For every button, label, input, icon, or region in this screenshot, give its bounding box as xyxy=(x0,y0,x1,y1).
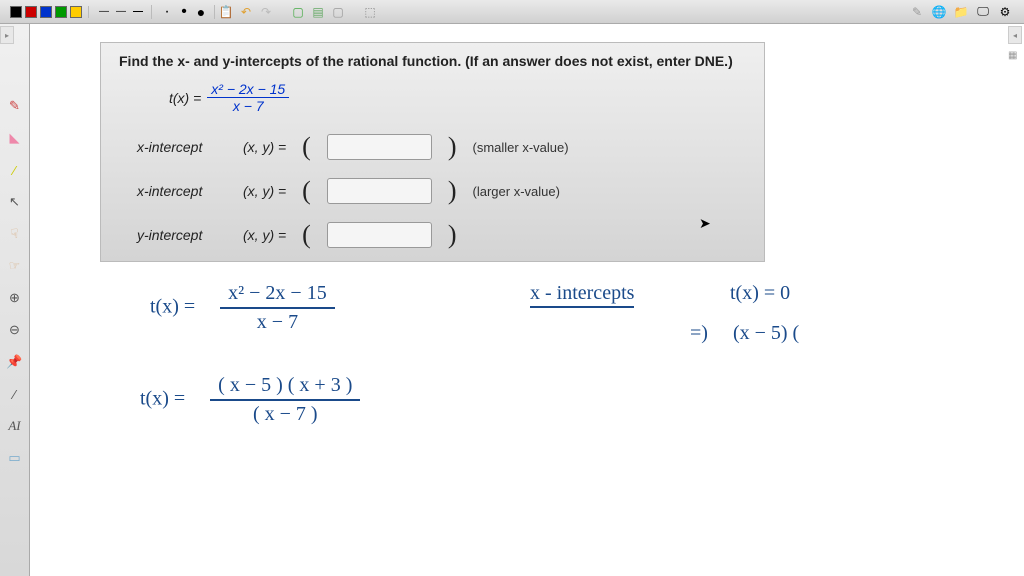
frac-denominator: x − 7 xyxy=(229,98,268,114)
handwriting-tx0: t(x) = 0 xyxy=(730,282,790,305)
color-yellow[interactable] xyxy=(70,6,82,18)
folder-icon[interactable]: 📁 xyxy=(952,3,970,21)
eraser-tool-icon[interactable]: ◣ xyxy=(3,126,27,150)
dash-group: — — — xyxy=(91,5,152,19)
color-green[interactable] xyxy=(55,6,67,18)
handwriting-implies-factor: =) (x − 5) ( xyxy=(690,322,799,345)
xy-equals: (x, y) = xyxy=(243,139,286,155)
open-paren: ( xyxy=(302,176,311,206)
close-paren: ) xyxy=(448,176,457,206)
ruler-tool-icon[interactable]: ▭ xyxy=(3,446,27,470)
zoom-in-icon[interactable]: ⊕ xyxy=(3,286,27,310)
gear-icon[interactable]: ⚙ xyxy=(996,3,1014,21)
hw-fraction-2: ( x − 5 ) ( x + 3 ) ( x − 7 ) xyxy=(210,374,360,426)
intercept-row-1: x-intercept (x, y) = ( ) (smaller x-valu… xyxy=(137,132,746,162)
hw-frac2-bot: ( x − 7 ) xyxy=(245,401,326,426)
expand-right-icon[interactable]: ◂ xyxy=(1008,26,1022,44)
undo-icon[interactable]: ↶ xyxy=(237,3,255,21)
clipboard-icon[interactable]: 📋 xyxy=(217,3,235,21)
function-lhs: t(x) = xyxy=(169,90,201,106)
line-tool-icon[interactable]: ⁄ xyxy=(3,382,27,406)
hw-factor-partial: (x − 5) ( xyxy=(733,322,799,344)
answer-input-2[interactable] xyxy=(327,178,432,204)
page-green-icon[interactable]: ▢ xyxy=(289,3,307,21)
close-paren: ) xyxy=(448,132,457,162)
page-blank-icon[interactable]: ▢ xyxy=(329,3,347,21)
dot-large[interactable]: ● xyxy=(194,5,208,19)
color-red[interactable] xyxy=(25,6,37,18)
highlighter-tool-icon[interactable]: ⁄ xyxy=(3,158,27,182)
cursor-icon: ➤ xyxy=(699,215,711,232)
text-tool-icon[interactable]: AI xyxy=(3,414,27,438)
problem-title: Find the x- and y-intercepts of the rati… xyxy=(119,53,746,69)
main-area: ✎ ◣ ⁄ ↖ ☟ ☞ ⊕ ⊖ 📌 ⁄ AI ▭ ▸ Find the x- a… xyxy=(0,24,1024,576)
intercept-row-3: y-intercept (x, y) = ( ) xyxy=(137,220,746,250)
screen-icon[interactable]: 🖵 xyxy=(974,3,992,21)
hint-larger: (larger x-value) xyxy=(473,184,560,199)
function-definition: t(x) = x² − 2x − 15 x − 7 xyxy=(169,81,746,114)
intercept-label: x-intercept xyxy=(137,139,227,155)
intercept-row-2: x-intercept (x, y) = ( ) (larger x-value… xyxy=(137,176,746,206)
left-toolbar: ✎ ◣ ⁄ ↖ ☟ ☞ ⊕ ⊖ 📌 ⁄ AI ▭ xyxy=(0,24,30,576)
color-group xyxy=(4,6,89,18)
color-blue[interactable] xyxy=(40,6,52,18)
dot-small[interactable]: · xyxy=(160,5,174,19)
close-paren: ) xyxy=(448,220,457,250)
dash-med[interactable]: — xyxy=(114,5,128,19)
hw-lhs: t(x) = xyxy=(150,296,195,318)
answer-input-3[interactable] xyxy=(327,222,432,248)
right-panel-icon[interactable]: ▦ xyxy=(1008,50,1022,64)
arrow-tool-icon[interactable]: ↖ xyxy=(3,190,27,214)
hw-frac1-top: x² − 2x − 15 xyxy=(220,282,335,309)
toolbar-right-group: ✎ 🌐 📁 🖵 ⚙ xyxy=(908,3,1020,21)
globe-icon[interactable]: 🌐 xyxy=(930,3,948,21)
redo-icon[interactable]: ↷ xyxy=(257,3,275,21)
handwriting-xintercepts: x - intercepts xyxy=(530,282,634,305)
hint-smaller: (smaller x-value) xyxy=(473,140,569,155)
intercept-label: y-intercept xyxy=(137,227,227,243)
frac-numerator: x² − 2x − 15 xyxy=(207,81,289,98)
answer-input-1[interactable] xyxy=(327,134,432,160)
hand-tool-icon[interactable]: ☟ xyxy=(3,222,27,246)
handwriting-line-1: t(x) = x² − 2x − 15 x − 7 xyxy=(150,282,335,334)
open-paren: ( xyxy=(302,132,311,162)
xy-equals: (x, y) = xyxy=(243,227,286,243)
hw-frac1-bot: x − 7 xyxy=(249,309,306,334)
problem-screenshot: Find the x- and y-intercepts of the rati… xyxy=(100,42,765,262)
edit-right-icon[interactable]: ✎ xyxy=(908,3,926,21)
shapes-icon[interactable]: ⬚ xyxy=(361,3,379,21)
function-fraction: x² − 2x − 15 x − 7 xyxy=(207,81,289,114)
handwriting-line-2: t(x) = ( x − 5 ) ( x + 3 ) ( x − 7 ) xyxy=(140,374,360,426)
hand-point-tool-icon[interactable]: ☞ xyxy=(3,254,27,278)
intercept-label: x-intercept xyxy=(137,183,227,199)
dash-thick[interactable]: — xyxy=(131,5,145,19)
dash-thin[interactable]: — xyxy=(97,5,111,19)
pencil-tool-icon[interactable]: ✎ xyxy=(3,94,27,118)
whiteboard-canvas[interactable]: ▸ Find the x- and y-intercepts of the ra… xyxy=(30,24,1024,576)
color-black[interactable] xyxy=(10,6,22,18)
page-ruled-icon[interactable]: ▤ xyxy=(309,3,327,21)
top-toolbar: — — — · • ● 📋 ↶ ↷ ▢ ▤ ▢ ⬚ ✎ 🌐 📁 🖵 ⚙ xyxy=(0,0,1024,24)
hw-implies: =) xyxy=(690,322,708,344)
dot-group: · • ● xyxy=(154,5,215,19)
hw-lhs-2: t(x) = xyxy=(140,388,185,410)
expand-left-icon[interactable]: ▸ xyxy=(0,26,14,44)
pin-tool-icon[interactable]: 📌 xyxy=(3,350,27,374)
zoom-out-icon[interactable]: ⊖ xyxy=(3,318,27,342)
xy-equals: (x, y) = xyxy=(243,183,286,199)
hw-frac2-top: ( x − 5 ) ( x + 3 ) xyxy=(210,374,360,401)
open-paren: ( xyxy=(302,220,311,250)
hw-fraction-1: x² − 2x − 15 x − 7 xyxy=(220,282,335,334)
hw-xint-label: x - intercepts xyxy=(530,282,634,308)
dot-med[interactable]: • xyxy=(177,5,191,19)
